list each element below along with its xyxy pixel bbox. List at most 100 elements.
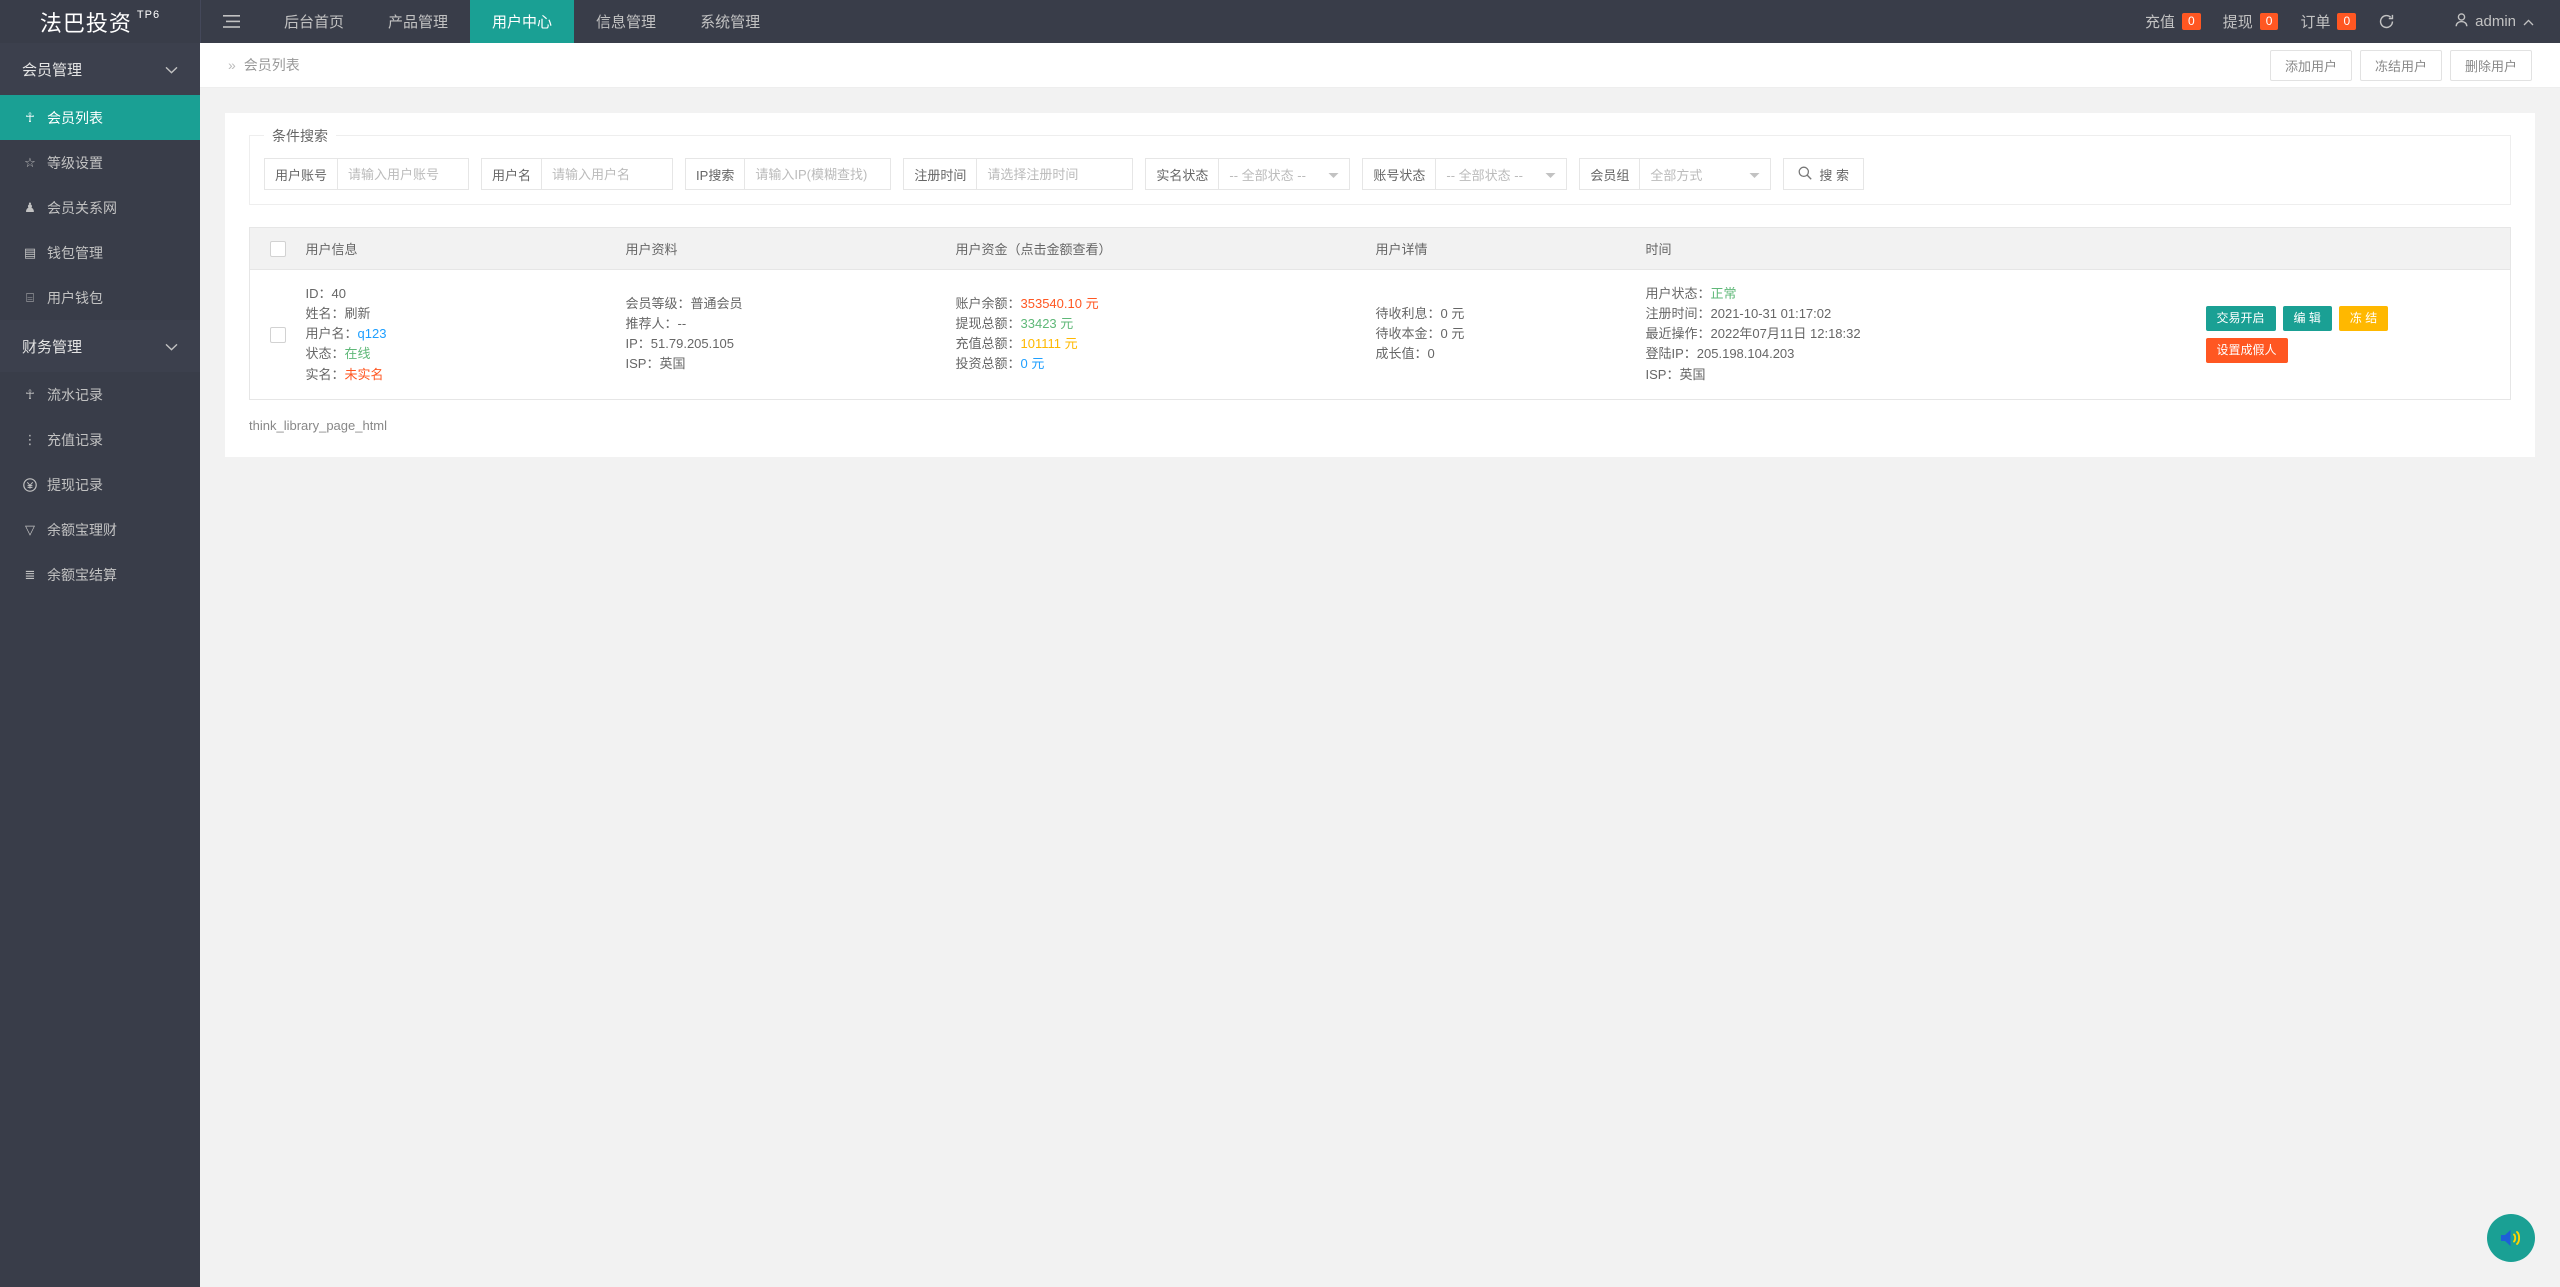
field-account: 用户账号	[264, 158, 469, 190]
sidebar-group-member[interactable]: 会员管理	[0, 43, 200, 95]
search-button[interactable]: 搜 索	[1783, 158, 1864, 190]
time-line: 用户状态：正常	[1646, 284, 2206, 304]
balance-amount[interactable]: 353540.10 元	[1021, 296, 1099, 311]
cell-user-info: ID：40 姓名：刷新 用户名：q123 状态：在线 实名：未实名	[306, 270, 626, 400]
withdraw-total-amount[interactable]: 33423 元	[1021, 316, 1074, 331]
stat-orders[interactable]: 订单 0	[2300, 11, 2356, 32]
profile-line: 推荐人：--	[626, 314, 956, 334]
add-user-button[interactable]: 添加用户	[2270, 50, 2352, 81]
ip-input[interactable]	[745, 159, 890, 189]
member-group-select[interactable]: 全部方式	[1640, 159, 1770, 189]
set-as-fake-button[interactable]: 设置成假人	[2206, 338, 2288, 363]
time-line: 最近操作：2022年07月11日 12:18:32	[1646, 324, 2206, 344]
invest-total-amount[interactable]: 0 元	[1021, 356, 1045, 371]
username-link[interactable]: q123	[358, 326, 387, 341]
trade-toggle-button[interactable]: 交易开启	[2206, 306, 2276, 331]
sidebar-item-label: 充值记录	[47, 430, 103, 450]
value: 0 元	[1441, 306, 1465, 321]
stat-recharge[interactable]: 充值 0	[2145, 11, 2201, 32]
realname-status-select[interactable]: -- 全部状态 --	[1219, 159, 1349, 189]
purse-icon: ⌸	[22, 290, 38, 306]
sidebar-item-recharge-records[interactable]: ⋮ 充值记录	[0, 417, 200, 462]
hamburger-icon[interactable]	[200, 0, 262, 43]
cell-actions: 交易开启 编 辑 冻 结 设置成假人	[2206, 270, 2511, 400]
account-status-select[interactable]: -- 全部状态 --	[1436, 159, 1566, 189]
label: IP：	[626, 336, 651, 351]
field-register-time: 注册时间	[903, 158, 1133, 190]
table-header-actions	[2206, 228, 2511, 270]
field-realname-status: 实名状态 -- 全部状态 --	[1145, 158, 1350, 190]
table-header-row: 用户信息 用户资料 用户资金（点击金额查看） 用户详情 时间	[250, 228, 2511, 270]
sidebar-item-label: 钱包管理	[47, 243, 103, 263]
chevron-down-icon	[165, 338, 178, 355]
funds-line: 账户余额：353540.10 元	[956, 294, 1376, 314]
sidebar-item-user-wallet[interactable]: ⌸ 用户钱包	[0, 275, 200, 320]
topnav-item-4[interactable]: 系统管理	[678, 0, 782, 43]
time-line: ISP：英国	[1646, 365, 2206, 385]
sidebar-item-yuebao-settlement[interactable]: ≣ 余额宝结算	[0, 552, 200, 597]
time-line: 注册时间：2021-10-31 01:17:02	[1646, 304, 2206, 324]
search-panel-legend: 条件搜索	[264, 126, 336, 146]
row-select-checkbox[interactable]	[270, 327, 286, 343]
value: 0 元	[1441, 326, 1465, 341]
sound-icon[interactable]	[2487, 1214, 2535, 1262]
user-menu[interactable]: admin	[2455, 13, 2534, 31]
topnav-item-3[interactable]: 信息管理	[574, 0, 678, 43]
sidebar-item-withdraw-records[interactable]: 提现记录	[0, 462, 200, 507]
sidebar-item-level-settings[interactable]: ☆ 等级设置	[0, 140, 200, 185]
content-area: 条件搜索 用户账号 用户名 IP搜索 注册时间	[200, 88, 2560, 482]
sidebar-item-transaction-records[interactable]: ☥ 流水记录	[0, 372, 200, 417]
row-action-buttons: 交易开启 编 辑 冻 结 设置成假人	[2206, 306, 2396, 363]
topnav-item-2[interactable]: 用户中心	[470, 0, 574, 43]
topbar-right: 充值 0 提现 0 订单 0 admin	[2145, 0, 2560, 43]
sidebar-item-yuebao-finance[interactable]: ▽ 余额宝理财	[0, 507, 200, 552]
sidebar-item-wallet-management[interactable]: ▤ 钱包管理	[0, 230, 200, 275]
delete-user-button[interactable]: 删除用户	[2450, 50, 2532, 81]
username-input[interactable]	[542, 159, 672, 189]
freeze-button[interactable]: 冻 结	[2339, 306, 2388, 331]
field-member-group: 会员组 全部方式	[1579, 158, 1771, 190]
chevron-down-icon	[165, 61, 178, 78]
account-status-value: -- 全部状态 --	[1446, 165, 1523, 184]
label: 账户余额：	[956, 296, 1021, 311]
users-icon: ♟	[22, 200, 38, 216]
brand-name: 法巴投资	[40, 6, 132, 38]
brand-suffix: TP6	[137, 9, 160, 21]
content-card: 条件搜索 用户账号 用户名 IP搜索 注册时间	[225, 113, 2535, 457]
edit-button[interactable]: 编 辑	[2283, 306, 2332, 331]
brand-logo[interactable]: 法巴投资 TP6	[0, 0, 200, 43]
field-realname-status-label: 实名状态	[1146, 159, 1219, 189]
field-ip: IP搜索	[685, 158, 891, 190]
user-icon: ☥	[22, 387, 38, 403]
recharge-total-amount[interactable]: 101111 元	[1021, 336, 1078, 351]
sidebar-item-label: 会员列表	[47, 108, 103, 128]
user-icon	[2455, 13, 2468, 31]
freeze-user-button[interactable]: 冻结用户	[2360, 50, 2442, 81]
sidebar-item-label: 会员关系网	[47, 198, 117, 218]
sidebar-item-member-list[interactable]: ☥ 会员列表	[0, 95, 200, 140]
sidebar: 会员管理 ☥ 会员列表 ☆ 等级设置 ♟ 会员关系网 ▤ 钱包管理 ⌸ 用户钱包…	[0, 43, 200, 1287]
page-action-buttons: 添加用户 冻结用户 删除用户	[2270, 50, 2532, 81]
select-all-checkbox[interactable]	[270, 241, 286, 257]
topnav-item-0[interactable]: 后台首页	[262, 0, 366, 43]
funds-line: 投资总额：0 元	[956, 354, 1376, 374]
status-badge: 0	[2182, 13, 2201, 30]
sidebar-item-member-network[interactable]: ♟ 会员关系网	[0, 185, 200, 230]
label: 实名：	[306, 367, 345, 382]
sidebar-group-finance[interactable]: 财务管理	[0, 320, 200, 372]
sidebar-group-label: 财务管理	[22, 336, 82, 357]
topnav-item-1[interactable]: 产品管理	[366, 0, 470, 43]
refresh-icon[interactable]	[2378, 13, 2395, 30]
table-header-user-info: 用户信息	[306, 228, 626, 270]
table-body: ID：40 姓名：刷新 用户名：q123 状态：在线 实名：未实名 会员等级：普…	[250, 270, 2511, 400]
register-time-input[interactable]	[977, 159, 1132, 189]
search-filters: 用户账号 用户名 IP搜索 注册时间	[264, 154, 2496, 190]
stat-withdraw[interactable]: 提现 0	[2223, 11, 2279, 32]
label: 会员等级：	[626, 296, 691, 311]
details-line: 待收利息：0 元	[1376, 304, 1646, 324]
label: 推荐人：	[626, 316, 678, 331]
account-input[interactable]	[338, 159, 468, 189]
sidebar-item-label: 等级设置	[47, 153, 103, 173]
status-badge: 0	[2260, 13, 2279, 30]
table-header-time: 时间	[1646, 228, 2206, 270]
